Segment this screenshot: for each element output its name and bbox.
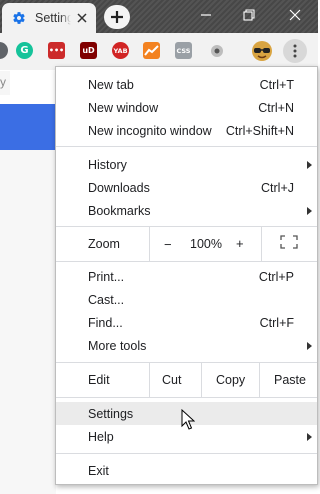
menu-item-print[interactable]: Print... Ctrl+P (56, 265, 317, 288)
restore-button[interactable] (238, 4, 260, 26)
lastpass-extension-icon[interactable]: ••• (48, 42, 65, 59)
settings-gear-icon (11, 11, 26, 26)
menu-separator (56, 261, 317, 262)
profile-avatar[interactable] (251, 40, 273, 62)
menu-label: Exit (88, 464, 109, 478)
menu-label: Help (88, 430, 114, 444)
yab-extension-icon[interactable]: YAB (112, 42, 129, 59)
menu-item-bookmarks[interactable]: Bookmarks (56, 199, 317, 222)
menu-row-zoom: Zoom (56, 232, 317, 255)
menu-label: Bookmarks (88, 204, 151, 218)
restore-icon (243, 9, 255, 21)
settings-page-background (0, 150, 56, 494)
menu-separator (56, 397, 317, 398)
close-tab-icon[interactable] (75, 11, 89, 25)
record-extension-icon[interactable] (208, 42, 225, 59)
menu-shortcut: Ctrl+P (258, 270, 294, 284)
tab-settings[interactable]: Settings (2, 3, 96, 33)
minimize-icon (201, 14, 211, 16)
omnibox-text: y (0, 75, 6, 89)
edit-divider (201, 362, 202, 397)
tab-title: Settings (35, 11, 71, 25)
settings-header-bar (0, 104, 56, 150)
zoom-label: Zoom (88, 237, 120, 251)
submenu-arrow-icon (307, 342, 312, 350)
zoom-level-value: 100% (190, 237, 222, 251)
minimize-button[interactable] (195, 4, 217, 26)
edit-divider (149, 362, 150, 397)
menu-item-cast[interactable]: Cast... (56, 288, 317, 311)
zoom-out-button[interactable]: − (164, 237, 172, 252)
more-vert-icon (293, 44, 297, 58)
paste-button[interactable]: Paste (274, 373, 306, 387)
menu-label: Downloads (88, 181, 150, 195)
new-tab-button[interactable] (104, 5, 130, 29)
edit-label: Edit (88, 373, 110, 387)
close-icon (289, 9, 301, 21)
menu-item-new-window[interactable]: New window Ctrl+N (56, 96, 317, 119)
menu-shortcut: Ctrl+Shift+N (225, 124, 294, 138)
menu-label: New tab (88, 78, 134, 92)
menu-shortcut: Ctrl+F (259, 316, 294, 330)
menu-item-history[interactable]: History (56, 153, 317, 176)
close-window-button[interactable] (284, 4, 306, 26)
menu-shortcut: Ctrl+T (259, 78, 294, 92)
menu-label: More tools (88, 339, 147, 353)
menu-shortcut: Ctrl+N (258, 101, 294, 115)
zoom-in-button[interactable]: + (236, 236, 244, 251)
menu-item-downloads[interactable]: Downloads Ctrl+J (56, 176, 317, 199)
submenu-arrow-icon (307, 161, 312, 169)
copy-button[interactable]: Copy (216, 373, 245, 387)
ublock-extension-icon[interactable]: uD (80, 42, 97, 59)
menu-item-more-tools[interactable]: More tools (56, 334, 317, 357)
css-extension-icon[interactable]: CSS (175, 42, 192, 59)
menu-label: History (88, 158, 127, 172)
menu-label: New window (88, 101, 159, 115)
menu-label: Find... (88, 316, 123, 330)
menu-label: Settings (88, 407, 134, 421)
menu-label: New incognito window (88, 124, 212, 138)
fullscreen-icon (280, 235, 298, 249)
fullscreen-button[interactable] (280, 235, 298, 252)
menu-separator (56, 146, 317, 147)
cut-button[interactable]: Cut (162, 373, 181, 387)
menu-item-new-tab[interactable]: New tab Ctrl+T (56, 73, 317, 96)
menu-item-new-incognito-window[interactable]: New incognito window Ctrl+Shift+N (56, 119, 317, 142)
submenu-arrow-icon (307, 207, 312, 215)
analytics-extension-icon[interactable] (143, 42, 160, 59)
plus-icon (111, 11, 123, 23)
edit-divider (259, 362, 260, 397)
zoom-divider (261, 226, 262, 261)
menu-separator (56, 362, 317, 363)
menu-shortcut: Ctrl+J (261, 181, 294, 195)
grammarly-extension-icon[interactable]: G (16, 42, 33, 59)
menu-separator (56, 226, 317, 227)
menu-separator (56, 453, 317, 454)
zoom-divider (149, 226, 150, 261)
menu-item-exit[interactable]: Exit (56, 459, 317, 482)
submenu-arrow-icon (307, 433, 312, 441)
menu-item-find[interactable]: Find... Ctrl+F (56, 311, 317, 334)
menu-label: Cast... (88, 293, 125, 307)
mouse-pointer-icon (181, 409, 195, 430)
browser-menu-button[interactable] (283, 39, 307, 63)
menu-label: Print... (88, 270, 125, 284)
